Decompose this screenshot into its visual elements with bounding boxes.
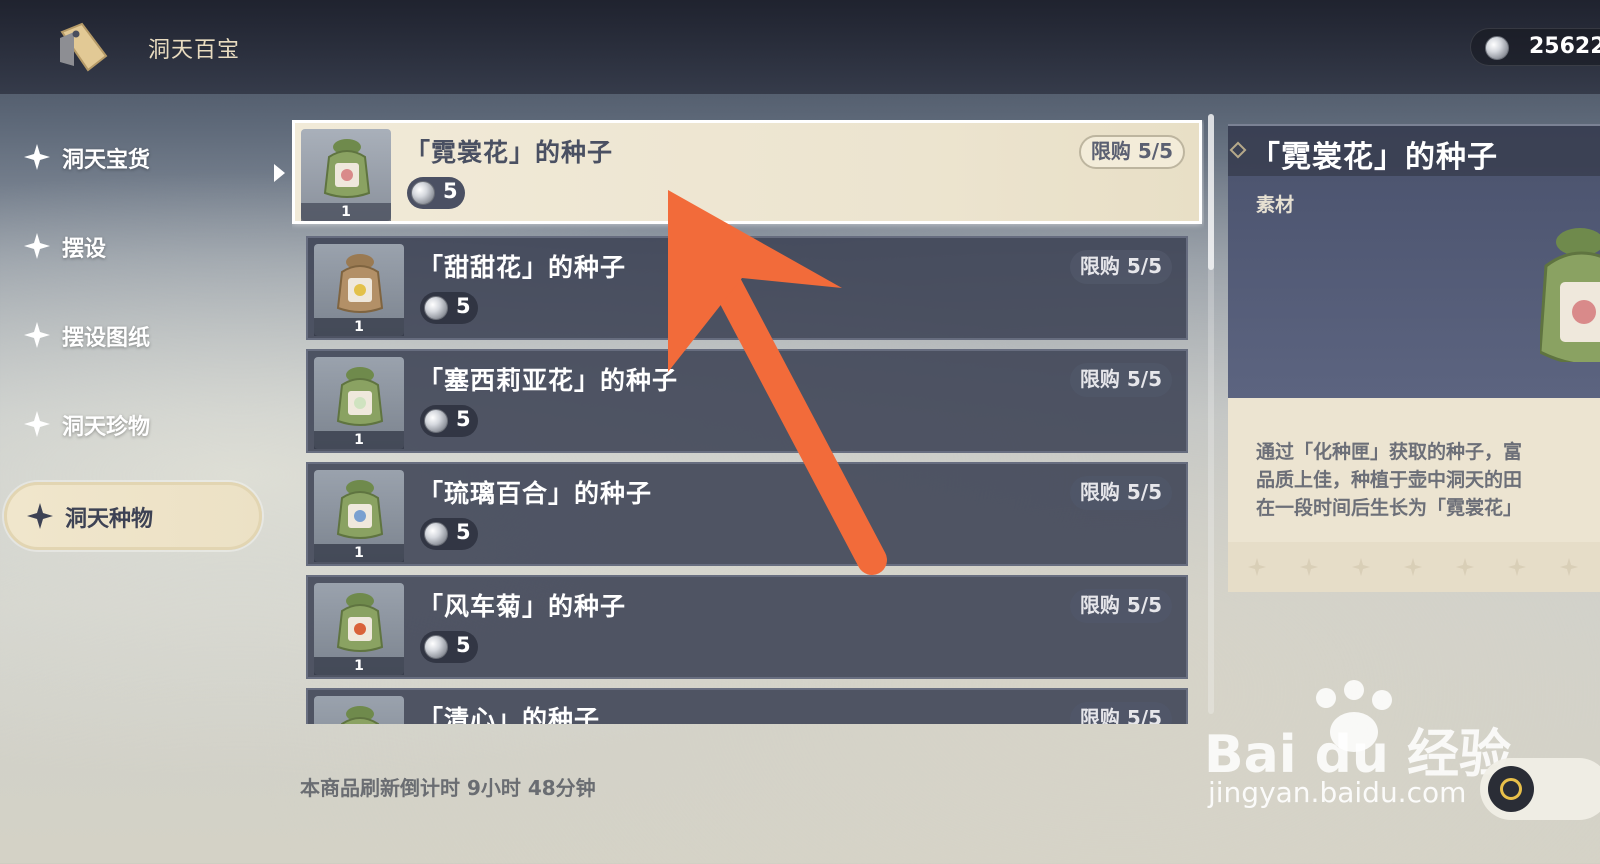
sidebar-item-treasure-goods[interactable]: 洞天宝货 [0, 122, 262, 192]
coin-icon [1485, 36, 1509, 60]
shop-item[interactable]: 1 「风车菊」的种子 5 限购 5/5 [306, 575, 1188, 679]
sidebar-item-seeds[interactable]: 洞天种物 [4, 482, 262, 550]
star-icon [27, 503, 53, 529]
item-name: 「清心」的种子 [418, 705, 601, 724]
purchase-limit-badge: 限购 5/5 [1069, 589, 1172, 623]
detail-image-area: 素材 [1228, 176, 1600, 398]
star-icon [24, 411, 50, 437]
shop-item[interactable]: 1 「清心」的种子 5 限购 5/5 [306, 688, 1188, 724]
item-count: 1 [314, 431, 404, 449]
item-count: 1 [301, 203, 391, 221]
purchase-limit-badge: 限购 5/5 [1069, 476, 1172, 510]
coin-icon [411, 181, 435, 205]
price-tag: 5 [420, 292, 478, 324]
purchase-limit-badge: 限购 5/5 [1069, 702, 1172, 724]
detail-category: 素材 [1256, 194, 1295, 216]
shop-item-list[interactable]: 1 「霓裳花」的种子 5 限购 5/5 1 「甜甜花」的种子 5 限购 5/5 [292, 120, 1204, 724]
seed-bag-icon [340, 706, 380, 724]
decorative-footer [1228, 542, 1600, 592]
item-count: 1 [314, 318, 404, 336]
currency-value: 25622 [1529, 34, 1600, 59]
item-name: 「琉璃百合」的种子 [418, 479, 653, 508]
seed-bag-icon [336, 593, 384, 652]
detail-description-panel: 通过「化种匣」获取的种子，富 品质上佳，种植于壶中洞天的田 在一段时间后生长为「… [1228, 398, 1600, 592]
price-tag: 5 [420, 631, 478, 663]
shop-item[interactable]: 1 「塞西莉亚花」的种子 5 限购 5/5 [306, 349, 1188, 453]
item-name: 「甜甜花」的种子 [418, 253, 627, 282]
detail-header: 「霓裳花」的种子 [1228, 124, 1600, 176]
sidebar-item-label: 洞天种物 [65, 507, 154, 532]
price-tag: 5 [420, 518, 478, 550]
selection-pointer-icon [274, 164, 285, 182]
seed-bag-icon [336, 367, 384, 426]
floating-action-button[interactable] [1480, 758, 1600, 820]
list-scrollbar[interactable] [1208, 114, 1214, 714]
seed-bag-icon [336, 254, 384, 313]
item-count: 1 [314, 657, 404, 675]
star-icon [24, 144, 50, 170]
price-value: 5 [456, 520, 471, 544]
tag-icon [60, 22, 108, 72]
star-icon [1352, 558, 1370, 576]
detail-description: 通过「化种匣」获取的种子，富 品质上佳，种植于壶中洞天的田 在一段时间后生长为「… [1256, 441, 1523, 519]
shop-item[interactable]: 1 「甜甜花」的种子 5 限购 5/5 [306, 236, 1188, 340]
star-icon [24, 322, 50, 348]
sidebar-item-blueprints[interactable]: 摆设图纸 [0, 300, 262, 370]
watermark-url: jingyan.baidu.com [1208, 776, 1467, 809]
seed-bag-icon [336, 480, 384, 539]
coin-icon [424, 635, 448, 659]
sidebar-item-label: 摆设图纸 [62, 326, 151, 351]
coin-icon [424, 296, 448, 320]
currency-display: 25622 [1470, 28, 1600, 66]
item-thumbnail: 1 [314, 244, 404, 336]
refresh-countdown: 本商品刷新倒计时 9小时 48分钟 [300, 776, 596, 800]
item-name: 「霓裳花」的种子 [405, 138, 614, 167]
star-icon [1248, 558, 1266, 576]
price-value: 5 [456, 633, 471, 657]
sidebar-item-label: 摆设 [62, 237, 107, 262]
star-icon [24, 233, 50, 259]
purchase-limit-badge: 限购 5/5 [1069, 363, 1172, 397]
seed-bag-icon [1540, 228, 1600, 362]
price-tag: 5 [420, 405, 478, 437]
star-icon [1404, 558, 1422, 576]
ring-highlight [1500, 778, 1522, 800]
star-icon [1300, 558, 1318, 576]
sidebar-item-label: 洞天珍物 [62, 415, 151, 440]
sidebar-item-label: 洞天宝货 [62, 148, 151, 173]
price-value: 5 [456, 294, 471, 318]
sidebar-item-furnishings[interactable]: 摆设 [0, 211, 262, 281]
item-thumbnail: 1 [301, 129, 391, 221]
item-name: 「塞西莉亚花」的种子 [418, 366, 679, 395]
seed-bag-icon [323, 139, 371, 198]
purchase-limit-badge: 限购 5/5 [1069, 250, 1172, 284]
item-thumbnail: 1 [314, 357, 404, 449]
price-value: 5 [443, 179, 458, 203]
item-thumbnail: 1 [314, 470, 404, 562]
star-icon [1508, 558, 1526, 576]
purchase-limit-badge: 限购 5/5 [1078, 135, 1185, 169]
price-value: 5 [456, 407, 471, 431]
star-icon [1560, 558, 1578, 576]
price-tag: 5 [407, 177, 465, 209]
page-title: 洞天百宝 [148, 38, 241, 63]
shop-item[interactable]: 1 「琉璃百合」的种子 5 限购 5/5 [306, 462, 1188, 566]
scrollbar-thumb[interactable] [1208, 114, 1214, 270]
item-count: 1 [314, 544, 404, 562]
coin-icon [424, 409, 448, 433]
diamond-icon [1229, 141, 1247, 159]
sidebar-item-treasures[interactable]: 洞天珍物 [0, 389, 262, 459]
coin-icon [424, 522, 448, 546]
item-name: 「风车菊」的种子 [418, 592, 627, 621]
item-thumbnail: 1 [314, 696, 404, 724]
star-icon [1456, 558, 1474, 576]
detail-title: 「霓裳花」的种子 [1250, 140, 1498, 175]
item-thumbnail: 1 [314, 583, 404, 675]
shop-item[interactable]: 1 「霓裳花」的种子 5 限购 5/5 [292, 120, 1202, 224]
top-bar: 洞天百宝 25622 [0, 0, 1600, 94]
